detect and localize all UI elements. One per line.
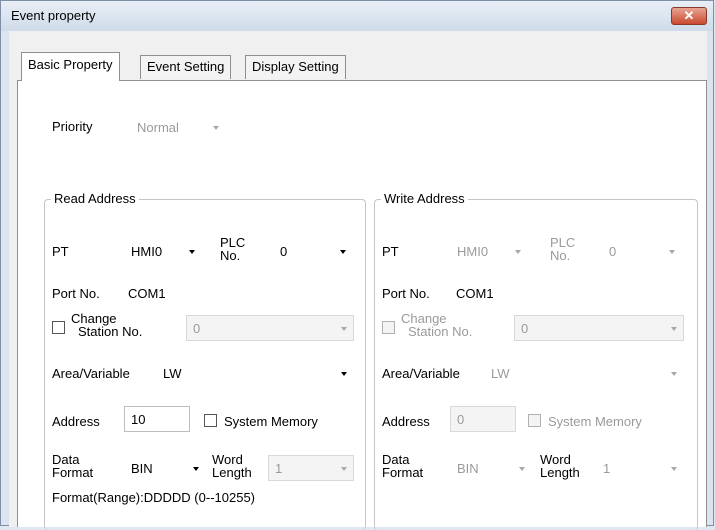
read-word-length-select: 1 [268, 455, 354, 481]
priority-label: Priority [52, 119, 93, 134]
read-address-title: Read Address [51, 191, 139, 206]
priority-select: Normal [130, 114, 226, 140]
read-station-value: 0 [193, 321, 201, 336]
write-word-length-label: Word Length [540, 453, 580, 479]
write-address-input: 0 [450, 406, 516, 432]
read-plc-select[interactable]: 0 [273, 238, 353, 264]
chevron-down-icon [515, 250, 521, 254]
write-data-format-label: Data Format [382, 453, 423, 479]
read-address-value: 10 [131, 412, 146, 427]
write-plc-label-line2: No. [550, 248, 571, 263]
chevron-down-icon [340, 250, 346, 254]
read-area-select[interactable]: LW [156, 360, 354, 386]
write-area-select: LW [484, 360, 684, 386]
write-plc-select: 0 [602, 238, 682, 264]
basic-property-panel: Priority Normal Read Address PT HMI0 PLC… [17, 80, 707, 530]
read-address-label: Address [52, 414, 100, 429]
read-data-format-label: Data Format [52, 453, 93, 479]
write-port-label: Port No. [382, 286, 430, 301]
read-area-label: Area/Variable [52, 366, 130, 381]
read-format-label-line2: Format [52, 465, 94, 480]
write-format-value: BIN [457, 461, 479, 476]
event-property-dialog: Event property ✕ Basic Property Event Se… [0, 0, 714, 530]
write-plc-label: PLC No. [550, 236, 575, 262]
read-system-memory-label: System Memory [224, 414, 318, 429]
read-wordlen-label-line2: Length [212, 465, 252, 480]
chevron-down-icon [671, 467, 677, 471]
read-change-station-label: Change Station No. [71, 312, 142, 338]
read-format-range-text: Format(Range):DDDDD (0--10255) [52, 490, 255, 505]
chevron-down-icon [189, 250, 195, 254]
read-port-value: COM1 [128, 286, 166, 301]
write-change-station-label: Change Station No. [401, 312, 472, 338]
read-plc-value: 0 [280, 244, 288, 259]
write-area-label: Area/Variable [382, 366, 460, 381]
read-change-label-line2: Station No. [78, 324, 143, 339]
chevron-down-icon [213, 126, 219, 130]
read-plc-label-line2: No. [220, 248, 241, 263]
write-change-station-checkbox [382, 321, 395, 334]
chevron-down-icon [669, 250, 675, 254]
write-wordlen-value: 1 [603, 461, 611, 476]
dialog-client: Basic Property Event Setting Display Set… [9, 31, 707, 530]
window-title: Event property [11, 8, 96, 23]
chevron-down-icon [671, 372, 677, 376]
read-port-label: Port No. [52, 286, 100, 301]
write-area-value: LW [491, 366, 510, 381]
chevron-down-icon [341, 327, 347, 331]
write-address-label: Address [382, 414, 430, 429]
write-address-title: Write Address [381, 191, 468, 206]
tab-basic-property[interactable]: Basic Property [21, 52, 120, 81]
read-address-input[interactable]: 10 [124, 406, 190, 432]
read-area-value: LW [163, 366, 182, 381]
write-pt-select: HMI0 [450, 238, 528, 264]
write-station-select: 0 [514, 315, 684, 341]
read-pt-value: HMI0 [131, 244, 163, 259]
chevron-down-icon [519, 467, 525, 471]
chevron-down-icon [193, 467, 199, 471]
write-plc-value: 0 [609, 244, 617, 259]
write-pt-value: HMI0 [457, 244, 489, 259]
tab-event-setting[interactable]: Event Setting [140, 55, 232, 79]
chevron-down-icon [671, 327, 677, 331]
title-bar: Event property ✕ [1, 1, 713, 31]
write-wordlen-label-line2: Length [540, 465, 580, 480]
read-data-format-select[interactable]: BIN [124, 455, 206, 481]
read-system-memory-checkbox[interactable] [204, 414, 217, 427]
read-plc-label: PLC No. [220, 236, 245, 262]
tab-display-setting[interactable]: Display Setting [245, 55, 346, 79]
read-wordlen-value: 1 [275, 461, 283, 476]
chevron-down-icon [341, 372, 347, 376]
write-system-memory-label: System Memory [548, 414, 642, 429]
write-data-format-select: BIN [450, 455, 532, 481]
read-station-select: 0 [186, 315, 354, 341]
priority-value: Normal [137, 120, 179, 135]
write-word-length-select: 1 [596, 455, 684, 481]
chevron-down-icon [341, 467, 347, 471]
write-address-value: 0 [457, 412, 465, 427]
close-icon: ✕ [683, 8, 695, 23]
read-pt-label: PT [52, 244, 69, 259]
write-format-label-line2: Format [382, 465, 424, 480]
write-change-label-line2: Station No. [408, 324, 473, 339]
read-format-value: BIN [131, 461, 153, 476]
read-pt-select[interactable]: HMI0 [124, 238, 202, 264]
read-change-station-checkbox[interactable] [52, 321, 65, 334]
read-word-length-label: Word Length [212, 453, 252, 479]
close-button[interactable]: ✕ [671, 7, 707, 25]
write-pt-label: PT [382, 244, 399, 259]
write-system-memory-checkbox [528, 414, 541, 427]
write-port-value: COM1 [456, 286, 494, 301]
write-station-value: 0 [521, 321, 529, 336]
